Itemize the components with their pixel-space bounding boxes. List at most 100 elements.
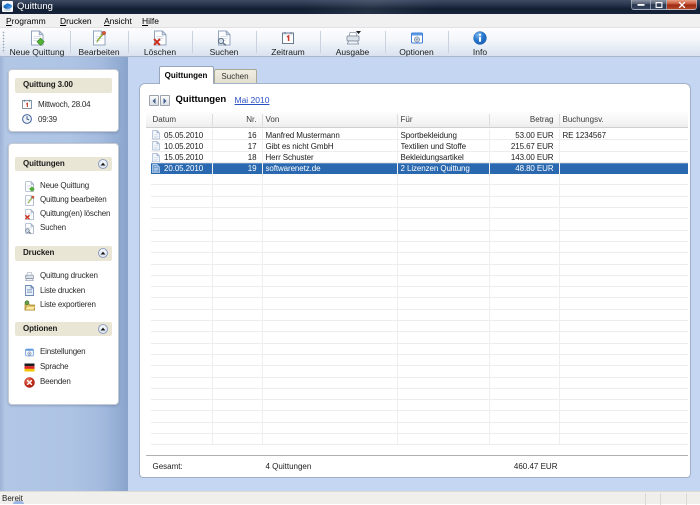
menu-item-programm[interactable]: Programm <box>6 16 46 26</box>
sidebar-item-neue-quittung[interactable]: Neue Quittung <box>9 179 118 193</box>
menu-item-drucken[interactable]: Drucken <box>60 16 92 26</box>
toolbar-button-zeitraum[interactable]: Zeitraum <box>256 28 320 56</box>
tab-quittungen[interactable]: Quittungen <box>159 66 214 84</box>
column-header-fr[interactable]: Für <box>401 115 413 124</box>
sidebar-item-label: Einstellungen <box>40 347 85 356</box>
toolbar-button-ausgabe[interactable]: Ausgabe <box>320 28 385 56</box>
sidebar-item-liste-exportieren[interactable]: Liste exportieren <box>9 298 118 312</box>
collapse-section-button[interactable] <box>98 248 108 258</box>
summary-total: 460.47 EUR <box>489 462 558 471</box>
table-row-empty[interactable] <box>151 423 688 434</box>
doc-edit-icon <box>24 195 35 206</box>
sidebar-item-liste-drucken[interactable]: Liste drucken <box>9 284 118 298</box>
close-button[interactable] <box>667 0 697 10</box>
sidebar-date-row: Mittwoch, 28.04 <box>9 99 118 111</box>
table-row-empty[interactable] <box>151 265 688 276</box>
column-divider[interactable] <box>262 114 263 126</box>
cell-fuer: Sportbekleidung <box>401 131 489 140</box>
sidebar-section-header-quittungen: Quittungen <box>15 157 112 172</box>
summary-divider <box>146 455 688 456</box>
table-row-empty[interactable] <box>151 186 688 197</box>
table-row-empty[interactable] <box>151 276 688 287</box>
table-row-empty[interactable] <box>151 332 688 343</box>
table-row[interactable]: 10.05.201017Gibt es nicht GmbHTextilien … <box>151 140 688 151</box>
cell-von: softwarenetz.de <box>266 164 397 173</box>
sidebar-item-beenden[interactable]: Beenden <box>9 375 118 389</box>
period-link[interactable]: Mai 2010 <box>235 95 270 105</box>
table-row-empty[interactable] <box>151 344 688 355</box>
table-row-empty[interactable] <box>151 253 688 264</box>
next-month-button[interactable] <box>160 95 170 106</box>
menu-item-ansicht[interactable]: Ansicht <box>104 16 132 26</box>
table-row[interactable]: 05.05.201016Manfred MustermannSportbekle… <box>151 129 688 140</box>
sidebar-item-label: Suchen <box>40 223 66 232</box>
table-row-empty[interactable] <box>151 197 688 208</box>
cell-von: Herr Schuster <box>266 153 397 162</box>
toolbar: Neue QuittungBearbeitenLöschenSuchenZeit… <box>0 28 700 57</box>
column-header-buchungsv[interactable]: Buchungsv. <box>563 115 604 124</box>
table-row-empty[interactable] <box>151 400 688 411</box>
table-row-empty[interactable] <box>151 378 688 389</box>
maximize-button[interactable] <box>650 0 667 10</box>
table-row-empty[interactable] <box>151 174 688 185</box>
toolbar-button-optionen[interactable]: Optionen <box>385 28 448 56</box>
previous-month-button[interactable] <box>149 95 159 106</box>
table-row-empty[interactable] <box>151 389 688 400</box>
sidebar: Quittung 3.00 Mittwoch, 28.04 09:39 Quit… <box>0 57 128 491</box>
table-row-empty[interactable] <box>151 412 688 423</box>
table-row-empty[interactable] <box>151 366 688 377</box>
tab-suchen[interactable]: Suchen <box>214 69 257 83</box>
toolbar-button-label: Suchen <box>192 47 256 57</box>
titlebar-glass-streak <box>280 0 540 14</box>
column-header-datum[interactable]: Datum <box>153 115 177 124</box>
cell-datum: 10.05.2010 <box>164 142 212 151</box>
column-header-betrag[interactable]: Betrag <box>489 115 554 124</box>
statusbar-divider <box>645 493 646 505</box>
table-row-empty[interactable] <box>151 434 688 445</box>
column-divider[interactable] <box>489 114 490 126</box>
collapse-section-button[interactable] <box>98 159 108 169</box>
sidebar-item-label: Neue Quittung <box>40 181 89 190</box>
toolbar-button-neue-quittung[interactable]: Neue Quittung <box>4 28 70 56</box>
statusbar-divider <box>660 493 661 505</box>
sidebar-item-suchen[interactable]: Suchen <box>9 221 118 235</box>
column-header-nr[interactable]: Nr. <box>212 115 257 124</box>
table-row[interactable]: 20.05.201019softwarenetz.de2 Lizenzen Qu… <box>151 163 688 174</box>
cell-betrag: 53.00 EUR <box>489 131 554 140</box>
sidebar-item-label: Liste drucken <box>40 286 85 295</box>
row-doc-icon <box>152 141 160 151</box>
table-row-empty[interactable] <box>151 242 688 253</box>
toolbar-button-info[interactable]: Info <box>448 28 512 56</box>
table-row-empty[interactable] <box>151 219 688 230</box>
table-row-empty[interactable] <box>151 310 688 321</box>
sidebar-item-einstellungen[interactable]: Einstellungen <box>9 345 118 359</box>
toolbar-button-l-schen[interactable]: Löschen <box>128 28 192 56</box>
toolbar-button-suchen[interactable]: Suchen <box>192 28 256 56</box>
column-divider[interactable] <box>212 114 213 126</box>
menu-item-hilfe[interactable]: Hilfe <box>142 16 159 26</box>
column-divider[interactable] <box>397 114 398 126</box>
table-row[interactable]: 15.05.201018Herr SchusterBekleidungsarti… <box>151 152 688 163</box>
clock-icon <box>22 114 32 124</box>
sidebar-item-quittung-drucken[interactable]: Quittung drucken <box>9 269 118 283</box>
app-icon <box>2 1 13 12</box>
table-row-empty[interactable] <box>151 321 688 332</box>
table-row-empty[interactable] <box>151 287 688 298</box>
sidebar-item-quittung-bearbeiten[interactable]: Quittung bearbeiten <box>9 193 118 207</box>
minimize-button[interactable] <box>631 0 650 10</box>
sidebar-item-sprache[interactable]: Sprache <box>9 360 118 374</box>
table-gridline <box>489 129 490 445</box>
table-row-empty[interactable] <box>151 231 688 242</box>
sidebar-item-quittung-en-l-schen[interactable]: Quittung(en) löschen <box>9 207 118 221</box>
cell-nr: 16 <box>212 131 257 140</box>
column-header-von[interactable]: Von <box>266 115 280 124</box>
collapse-section-button[interactable] <box>98 324 108 334</box>
toolbar-button-bearbeiten[interactable]: Bearbeiten <box>70 28 128 56</box>
column-divider[interactable] <box>559 114 560 126</box>
table-row-empty[interactable] <box>151 299 688 310</box>
table-row-empty[interactable] <box>151 208 688 219</box>
calendar-icon <box>280 30 296 46</box>
doc-delete-icon <box>24 209 35 220</box>
quit-icon <box>24 377 35 388</box>
table-row-empty[interactable] <box>151 355 688 366</box>
